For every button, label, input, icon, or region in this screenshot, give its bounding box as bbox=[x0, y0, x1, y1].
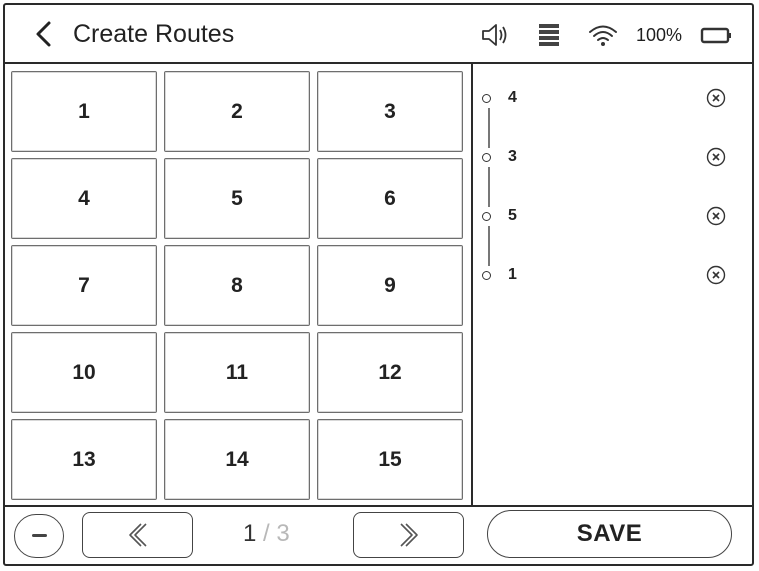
route-node-icon bbox=[482, 212, 491, 221]
storage-icon bbox=[539, 24, 559, 46]
key-2[interactable]: 2 bbox=[164, 71, 310, 152]
minus-icon bbox=[32, 534, 47, 537]
route-item: 1 bbox=[480, 265, 740, 288]
key-6[interactable]: 6 bbox=[317, 158, 463, 239]
speaker-icon bbox=[482, 24, 507, 46]
route-connector bbox=[488, 108, 490, 148]
remove-circle-x-icon[interactable] bbox=[706, 265, 726, 285]
route-item: 3 bbox=[480, 147, 740, 170]
remove-circle-x-icon[interactable] bbox=[706, 206, 726, 226]
route-node-icon bbox=[482, 153, 491, 162]
panel-divider bbox=[471, 64, 473, 506]
total-pages: 3 bbox=[276, 520, 290, 547]
page-title: Create Routes bbox=[73, 20, 235, 48]
remove-circle-x-icon[interactable] bbox=[706, 147, 726, 167]
current-page: 1 bbox=[243, 520, 257, 547]
key-11[interactable]: 11 bbox=[164, 332, 310, 413]
route-item-label: 5 bbox=[508, 207, 517, 224]
key-13[interactable]: 13 bbox=[11, 419, 157, 500]
route-item: 5 bbox=[480, 206, 740, 229]
key-12[interactable]: 12 bbox=[317, 332, 463, 413]
wifi-icon bbox=[589, 25, 617, 46]
save-button[interactable]: SAVE bbox=[487, 510, 732, 558]
key-15[interactable]: 15 bbox=[317, 419, 463, 500]
key-7[interactable]: 7 bbox=[11, 245, 157, 326]
route-connector bbox=[488, 226, 490, 266]
key-14[interactable]: 14 bbox=[164, 419, 310, 500]
chevron-left-icon bbox=[129, 523, 147, 547]
chevron-right-icon bbox=[400, 523, 418, 547]
page-indicator: 1 / 3 bbox=[243, 520, 290, 548]
key-5[interactable]: 5 bbox=[164, 158, 310, 239]
keypad-grid: 1 2 3 4 5 6 7 8 9 10 11 12 13 14 15 bbox=[5, 66, 469, 506]
route-item-label: 3 bbox=[508, 148, 517, 165]
footer-divider bbox=[3, 505, 754, 507]
battery-percent: 100% bbox=[636, 25, 683, 45]
page-separator: / bbox=[263, 520, 270, 547]
key-10[interactable]: 10 bbox=[11, 332, 157, 413]
battery-icon bbox=[700, 27, 731, 44]
route-node-icon bbox=[482, 271, 491, 280]
route-node-icon bbox=[482, 94, 491, 103]
next-page-button[interactable] bbox=[353, 512, 464, 558]
key-4[interactable]: 4 bbox=[11, 158, 157, 239]
key-8[interactable]: 8 bbox=[164, 245, 310, 326]
key-3[interactable]: 3 bbox=[317, 71, 463, 152]
route-connector bbox=[488, 167, 490, 207]
route-item-label: 1 bbox=[508, 266, 517, 283]
route-item-label: 4 bbox=[508, 89, 517, 106]
back-chevron-icon[interactable] bbox=[31, 19, 57, 49]
remove-button[interactable] bbox=[14, 514, 64, 558]
prev-page-button[interactable] bbox=[82, 512, 193, 558]
key-9[interactable]: 9 bbox=[317, 245, 463, 326]
route-item: 4 bbox=[480, 88, 740, 111]
remove-circle-x-icon[interactable] bbox=[706, 88, 726, 108]
key-1[interactable]: 1 bbox=[11, 71, 157, 152]
header-bar: Create Routes 100% bbox=[3, 3, 754, 64]
